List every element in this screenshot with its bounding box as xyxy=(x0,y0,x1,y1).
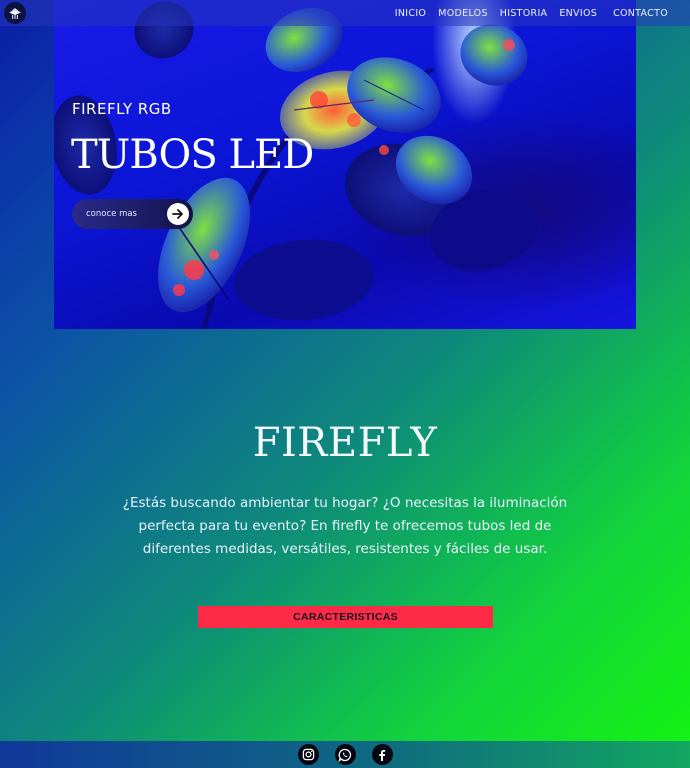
section-title: FIREFLY xyxy=(252,420,438,466)
facebook-icon[interactable] xyxy=(371,744,393,765)
nav-link-contacto[interactable]: CONTACTO xyxy=(607,8,674,19)
instagram-icon[interactable] xyxy=(297,744,319,765)
section-description: ¿Estás buscando ambientar tu hogar? ¿O n… xyxy=(122,495,568,557)
hero-subtitle: FIREFLY RGB xyxy=(72,100,172,118)
features-button[interactable]: CARACTERISTICAS xyxy=(198,606,493,628)
nav-link-historia[interactable]: HISTORIA xyxy=(494,8,554,19)
hero-banner: FIREFLY RGB TUBOS LED conoce mas xyxy=(54,0,636,329)
learn-more-label: conoce mas xyxy=(86,209,137,219)
main-menu: INICIO MODELOS HISTORIA ENVIOS CONTACTO xyxy=(389,0,678,26)
top-nav: INICIO MODELOS HISTORIA ENVIOS CONTACTO xyxy=(0,0,690,26)
learn-more-button[interactable]: conoce mas xyxy=(72,199,193,229)
footer-social-bar xyxy=(0,741,690,768)
whatsapp-icon[interactable] xyxy=(334,744,356,765)
nav-link-envios[interactable]: ENVIOS xyxy=(553,8,603,19)
arrow-right-icon xyxy=(167,203,189,225)
logo-icon[interactable] xyxy=(4,2,26,24)
nav-link-inicio[interactable]: INICIO xyxy=(389,8,432,19)
nav-link-modelos[interactable]: MODELOS xyxy=(432,8,494,19)
hero-title: TUBOS LED xyxy=(71,132,314,178)
